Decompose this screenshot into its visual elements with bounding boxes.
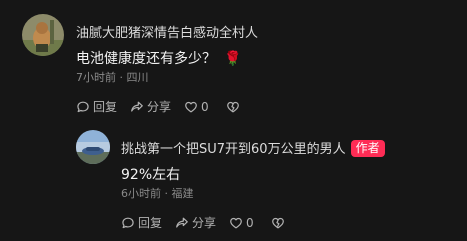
share-icon [131,101,143,112]
share-label: 分享 [147,100,172,114]
avatar-image [22,14,64,56]
reply-icon [122,217,134,228]
reply-label: 回复 [138,216,163,230]
reply-username[interactable]: 挑战第一个把SU7开到60万公里的男人 [121,142,346,157]
reply-button[interactable]: 回复 [76,98,117,115]
meta-separator: · [119,71,124,84]
username[interactable]: 油腻大肥猪深情告白感动全村人 [76,22,258,41]
heart-icon [230,217,242,228]
comment-time: 6小时前 [121,187,161,200]
comment-text: 92%左右 [121,167,181,183]
reply-label: 回复 [93,100,118,114]
comment-meta: 7小时前 · 四川 [76,69,149,85]
like-count: 0 [246,215,254,230]
like-count: 0 [201,99,209,114]
avatar[interactable] [22,14,64,56]
comment-text-body: 电池健康度还有多少？ [76,51,216,67]
comment-actions: 回复 分享 0 [76,98,240,115]
meta-separator: · [164,187,169,200]
broken-heart-icon [226,101,239,112]
avatar-image [76,130,110,164]
comment-actions: 回复 分享 0 [121,214,285,231]
comment-time: 7小时前 [76,71,116,84]
comment-location: 福建 [171,187,194,200]
like-button[interactable]: 0 [184,100,209,114]
heart-icon [185,101,197,112]
broken-heart-icon [271,217,284,228]
avatar[interactable] [76,130,110,164]
dislike-button[interactable] [271,216,285,230]
comment-text: 电池健康度还有多少？ 🌹 [76,48,241,68]
share-icon [176,217,188,228]
comment-location: 四川 [126,71,149,84]
comment-meta: 6小时前 · 福建 [121,185,194,201]
share-button[interactable]: 分享 [175,214,216,231]
reply-button[interactable]: 回复 [121,214,162,231]
share-button[interactable]: 分享 [130,98,171,115]
share-label: 分享 [192,216,217,230]
username: 挑战第一个把SU7开到60万公里的男人 作者 [121,138,385,157]
reply-icon [77,101,89,112]
rose-icon: 🌹 [224,51,242,67]
author-badge: 作者 [350,140,385,157]
dislike-button[interactable] [226,100,240,114]
like-button[interactable]: 0 [229,216,254,230]
